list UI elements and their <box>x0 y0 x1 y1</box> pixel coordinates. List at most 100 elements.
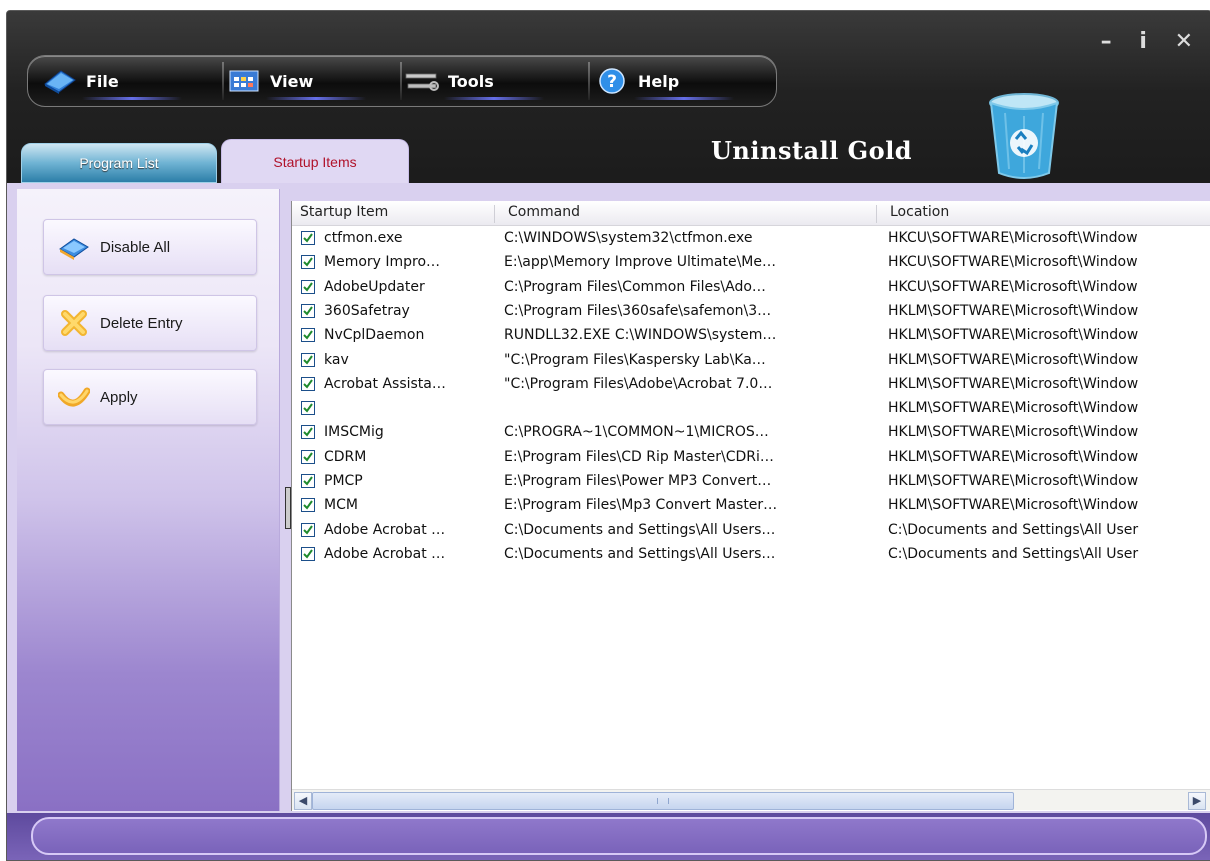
column-startup-item[interactable]: Startup Item <box>300 204 388 220</box>
column-location[interactable]: Location <box>890 204 949 220</box>
minimize-button[interactable]: – <box>1101 29 1112 54</box>
svg-text:?: ? <box>607 72 617 92</box>
menu-bar: File View Tools ? Help <box>27 55 777 107</box>
tab-startup-items[interactable]: Startup Items <box>221 139 409 184</box>
menu-tools[interactable]: Tools <box>404 56 590 106</box>
menu-file[interactable]: File <box>42 56 224 106</box>
scroll-right-button[interactable]: ▶ <box>1188 792 1206 810</box>
delete-entry-button[interactable]: Delete Entry <box>43 295 257 351</box>
delete-entry-label: Delete Entry <box>100 314 183 332</box>
cell-command: "C:\Program Files\Kaspersky Lab\Ka… <box>504 351 766 368</box>
table-row[interactable]: AdobeUpdater C:\Program Files\Common File… <box>292 276 1210 300</box>
cell-startup-item: Adobe Acrobat … <box>324 521 446 538</box>
row-checkbox[interactable] <box>301 231 315 245</box>
cell-location: HKLM\SOFTWARE\Microsoft\Window <box>888 448 1139 465</box>
close-button[interactable]: ✕ <box>1175 29 1193 54</box>
cell-command: C:\Documents and Settings\All Users… <box>504 545 776 562</box>
cell-command: C:\Documents and Settings\All Users… <box>504 521 776 538</box>
row-checkbox[interactable] <box>301 425 315 440</box>
menu-view[interactable]: View <box>226 56 402 106</box>
cell-command: E:\Program Files\Power MP3 Convert… <box>504 473 772 489</box>
cell-command: C:\Program Files\Common Files\Ado… <box>504 278 766 295</box>
horizontal-scrollbar[interactable]: ◀ ▶ <box>292 789 1210 810</box>
cell-startup-item: Adobe Acrobat … <box>324 545 446 562</box>
cell-startup-item: kav <box>324 351 349 368</box>
cell-command: C:\WINDOWS\system32\ctfmon.exe <box>504 230 753 246</box>
row-checkbox[interactable] <box>301 255 315 270</box>
wrench-icon <box>404 67 440 95</box>
table-row[interactable]: CDRM E:\Program Files\CD Rip Master\CDRi…… <box>292 446 1210 470</box>
cell-location: C:\Documents and Settings\All User <box>888 521 1139 538</box>
scroll-left-button[interactable]: ◀ <box>294 792 312 810</box>
menu-tools-label: Tools <box>448 71 494 91</box>
table-row[interactable]: kav "C:\Program Files\Kaspersky Lab\Ka… HK… <box>292 349 1210 373</box>
app-window: – i ✕ File View Tools ? Help Uninstall G… <box>6 10 1210 861</box>
cell-startup-item: ctfmon.exe <box>324 230 403 246</box>
book-icon <box>42 67 78 95</box>
cell-startup-item: IMSCMig <box>324 424 384 441</box>
help-icon: ? <box>594 67 630 95</box>
cell-location: HKLM\SOFTWARE\Microsoft\Window <box>888 351 1139 368</box>
cell-command: RUNDLL32.EXE C:\WINDOWS\system… <box>504 327 777 344</box>
cell-location: HKLM\SOFTWARE\Microsoft\Window <box>888 375 1139 392</box>
cell-location: HKLM\SOFTWARE\Microsoft\Window <box>888 327 1139 344</box>
cell-location: HKLM\SOFTWARE\Microsoft\Window <box>888 497 1139 514</box>
cell-startup-item: AdobeUpdater <box>324 278 425 295</box>
menu-help[interactable]: ? Help <box>594 56 770 106</box>
row-checkbox[interactable] <box>301 376 315 391</box>
cell-location: HKLM\SOFTWARE\Microsoft\Window <box>888 302 1139 319</box>
table-row[interactable]: HKLM\SOFTWARE\Microsoft\Window <box>292 397 1210 421</box>
table-row[interactable]: Adobe Acrobat … C:\Documents and Settings… <box>292 543 1210 567</box>
table-row[interactable]: Acrobat Assista… "C:\Program Files\Adobe\… <box>292 373 1210 397</box>
cell-startup-item: Acrobat Assista… <box>324 375 446 392</box>
info-button[interactable]: i <box>1139 29 1147 54</box>
cell-command: E:\Program Files\Mp3 Convert Master… <box>504 497 778 514</box>
table-row[interactable]: IMSCMig C:\PROGRA~1\COMMON~1\MICROS… HKLM\… <box>292 421 1210 445</box>
disable-all-label: Disable All <box>100 238 171 256</box>
row-checkbox[interactable] <box>301 498 315 513</box>
cell-startup-item: CDRM <box>324 448 367 465</box>
cell-command: E:\app\Memory Improve Ultimate\Me… <box>504 254 776 271</box>
row-checkbox[interactable] <box>301 522 315 537</box>
cell-location: C:\Documents and Settings\All User <box>888 545 1139 562</box>
window-controls: – i ✕ <box>1081 29 1193 54</box>
table-row[interactable]: PMCP E:\Program Files\Power MP3 Convert… H… <box>292 470 1210 494</box>
row-checkbox[interactable] <box>301 449 315 464</box>
table-row[interactable]: Adobe Acrobat … C:\Documents and Settings… <box>292 519 1210 543</box>
table-row[interactable]: NvCplDaemon RUNDLL32.EXE C:\WINDOWS\syste… <box>292 324 1210 348</box>
cell-command: E:\Program Files\CD Rip Master\CDRi… <box>504 448 774 465</box>
row-checkbox[interactable] <box>301 352 315 367</box>
table-row[interactable]: ctfmon.exe C:\WINDOWS\system32\ctfmon.exe… <box>292 227 1210 251</box>
disable-icon <box>58 232 90 262</box>
cell-location: HKLM\SOFTWARE\Microsoft\Window <box>888 473 1139 489</box>
table-row[interactable]: Memory Impro… E:\app\Memory Improve Ultim… <box>292 251 1210 275</box>
action-panel: Disable All Delete Entry Apply <box>17 189 280 811</box>
scroll-thumb[interactable] <box>312 792 1014 810</box>
startup-items-list: Startup Item Command Location ctfmon.exe… <box>291 201 1210 811</box>
table-row[interactable]: 360Safetray C:\Program Files\360safe\safe… <box>292 300 1210 324</box>
menu-file-label: File <box>86 71 119 91</box>
table-row[interactable]: MCM E:\Program Files\Mp3 Convert Master… H… <box>292 494 1210 518</box>
cell-location: HKLM\SOFTWARE\Microsoft\Window <box>888 400 1139 417</box>
row-checkbox[interactable] <box>301 474 315 488</box>
menu-view-label: View <box>270 71 314 91</box>
row-checkbox[interactable] <box>301 401 315 416</box>
row-checkbox[interactable] <box>301 303 315 318</box>
apply-button[interactable]: Apply <box>43 369 257 425</box>
row-checkbox[interactable] <box>301 546 315 561</box>
window-icon <box>226 67 262 95</box>
disable-all-button[interactable]: Disable All <box>43 219 257 275</box>
cell-startup-item: 360Safetray <box>324 302 410 319</box>
cell-location: HKCU\SOFTWARE\Microsoft\Window <box>888 254 1138 271</box>
column-command[interactable]: Command <box>508 204 580 220</box>
cell-location: HKLM\SOFTWARE\Microsoft\Window <box>888 424 1139 441</box>
list-header: Startup Item Command Location <box>292 201 1210 226</box>
cell-command: C:\Program Files\360safe\safemon\3… <box>504 302 772 319</box>
row-checkbox[interactable] <box>301 328 315 343</box>
row-checkbox[interactable] <box>301 279 315 294</box>
tab-program-list[interactable]: Program List <box>21 143 217 183</box>
cell-location: HKCU\SOFTWARE\Microsoft\Window <box>888 278 1138 295</box>
cell-startup-item: PMCP <box>324 473 363 489</box>
app-title: Uninstall Gold <box>711 136 913 165</box>
menu-help-label: Help <box>638 71 680 91</box>
